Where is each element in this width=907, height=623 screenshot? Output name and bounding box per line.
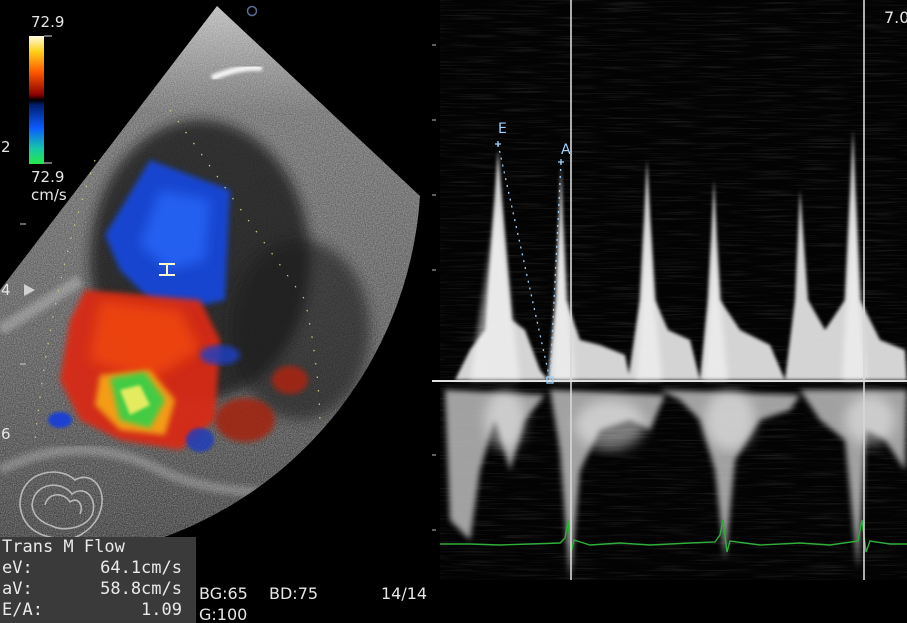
a-wave-label: A <box>561 142 571 158</box>
ev-value: 64.1cm/s <box>100 558 182 578</box>
depth-label-4: 4 <box>1 281 11 299</box>
color-scale-min-label: 72.9 <box>31 168 65 186</box>
ultrasound-screen: 72.9 72.9 cm/s 2 4 6 Trans M Flow eV: 64… <box>0 0 907 623</box>
av-value: 58.8cm/s <box>100 579 182 599</box>
orientation-marker <box>246 5 258 17</box>
bg-setting: BG:65 <box>199 584 248 603</box>
ea-ratio-value: 1.09 <box>141 600 182 620</box>
color-scale-unit-label: cm/s <box>31 186 67 204</box>
frame-counter: 14/14 <box>381 584 428 603</box>
color-velocity-bar <box>29 36 44 164</box>
measurement-title: Trans M Flow <box>2 537 125 557</box>
velocity-scale-label: 7.0 <box>884 8 907 27</box>
depth-label-2: 2 <box>1 138 11 156</box>
ea-ratio-label: E/A: <box>2 600 43 620</box>
color-scale-max-label: 72.9 <box>31 13 65 31</box>
depth-label-6: 6 <box>1 425 11 443</box>
bd-setting: BD:75 <box>269 584 319 603</box>
ultrasound-image <box>0 0 907 580</box>
measurement-panel: Trans M Flow eV: 64.1cm/s aV: 58.8cm/s E… <box>0 537 196 623</box>
e-wave-label: E <box>498 121 507 137</box>
spectral-doppler-panel <box>440 0 907 580</box>
gain-setting: G:100 <box>199 605 248 623</box>
av-label: aV: <box>2 579 33 599</box>
velocity-scale-ticks <box>432 44 436 531</box>
ev-label: eV: <box>2 558 33 578</box>
